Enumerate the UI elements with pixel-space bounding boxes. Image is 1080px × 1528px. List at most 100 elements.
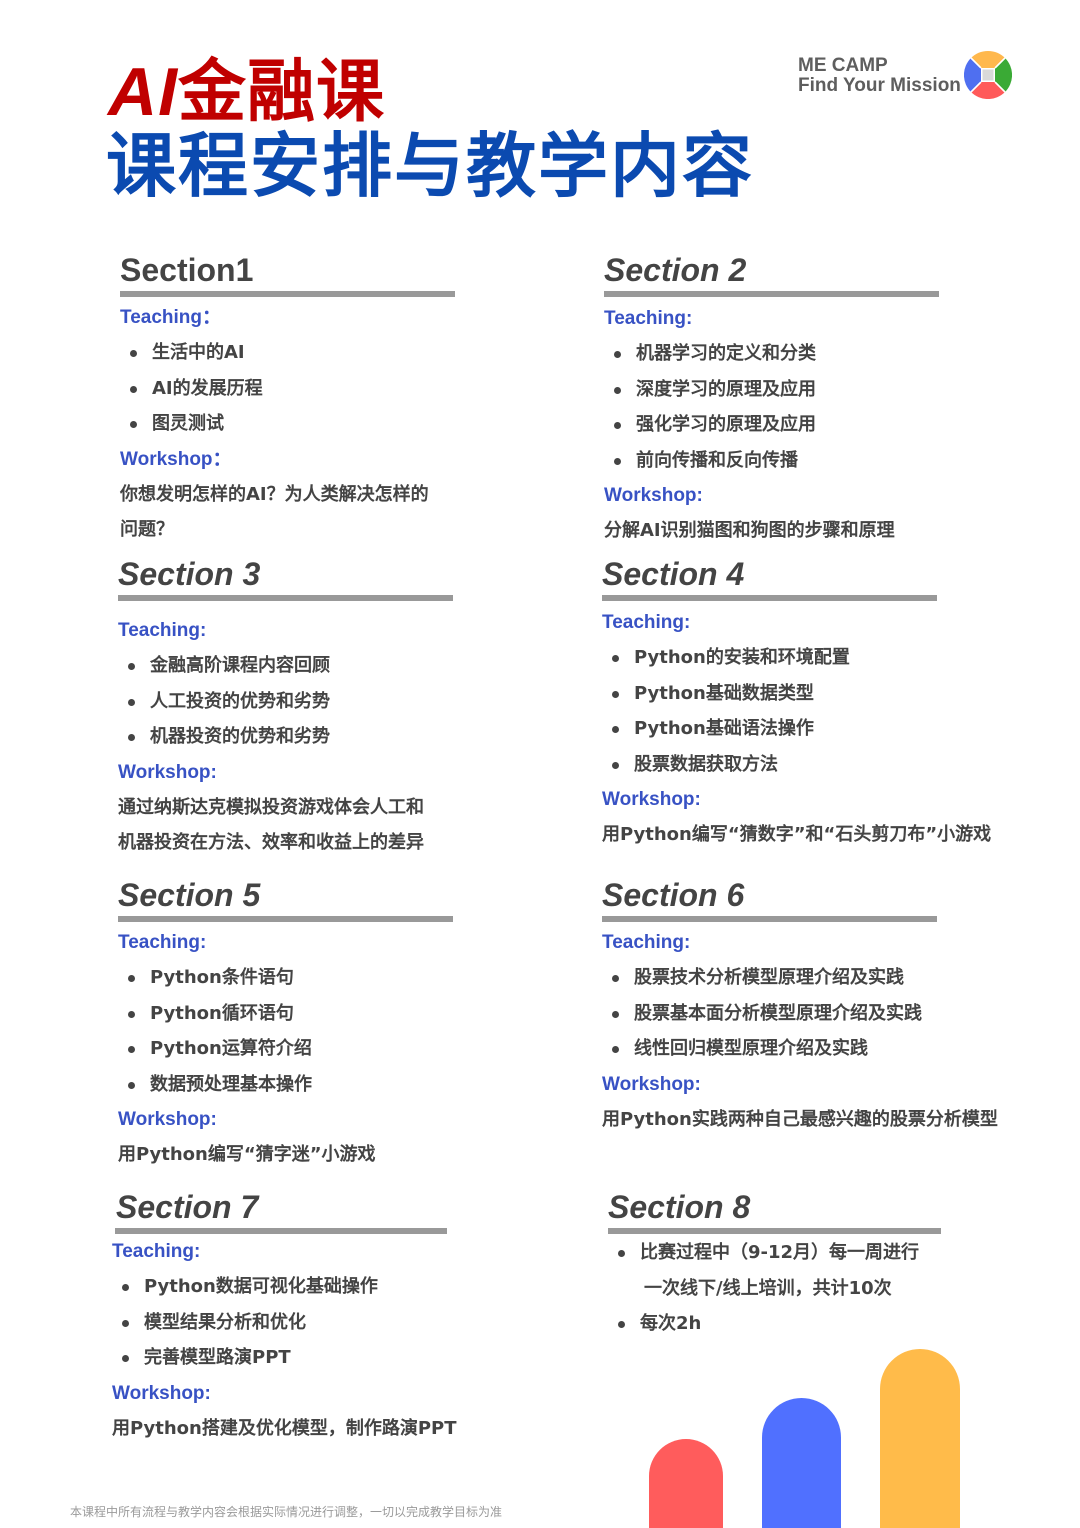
course-title-rest: 金融课 xyxy=(178,53,386,132)
workshop-text: 用Python实践两种自己最感兴趣的股票分析模型 xyxy=(602,1108,998,1130)
list-item: 比赛过程中（9-12月）每一周进行 xyxy=(608,1235,941,1271)
bullet-icon xyxy=(612,690,619,698)
course-title-ai: AI xyxy=(108,54,178,130)
teaching-list: Python条件语句 Python循环语句 Python运算符介绍 数据预处理基… xyxy=(118,960,453,1102)
list-item: 深度学习的原理及应用 xyxy=(604,372,939,408)
workshop-text: 机器投资在方法、效率和收益上的差异 xyxy=(118,832,424,853)
section-divider xyxy=(602,916,937,922)
list-item: 模型结果分析和优化 xyxy=(112,1305,447,1341)
teaching-list: Python数据可视化基础操作 模型结果分析和优化 完善模型路演PPT xyxy=(112,1269,447,1376)
teaching-list: 股票技术分析模型原理介绍及实践 股票基本面分析模型原理介绍及实践 线性回归模型原… xyxy=(602,960,937,1067)
list-item: 机器投资的优势和劣势 xyxy=(118,719,453,755)
bullet-icon xyxy=(612,1010,619,1018)
bullet-icon xyxy=(612,726,619,733)
teaching-label: Teaching: xyxy=(118,932,207,953)
bullet-icon xyxy=(612,761,619,769)
list-item: 生活中的AI xyxy=(120,335,455,371)
bullet-icon xyxy=(614,351,621,358)
workshop-text: 通过纳斯达克模拟投资游戏体会人工和 xyxy=(118,796,424,818)
decor-bar-red xyxy=(649,1439,723,1528)
bullet-icon xyxy=(128,1046,135,1053)
list-item: Python循环语句 xyxy=(118,996,453,1032)
section-title: Section 3 xyxy=(118,556,261,592)
list-item: 前向传播和反向传播 xyxy=(604,443,939,479)
workshop-label: Workshop: xyxy=(118,1109,217,1130)
teaching-label: Teaching: xyxy=(602,612,691,633)
section-6: Section 6 Teaching: 股票技术分析模型原理介绍及实践 股票基本… xyxy=(602,876,998,1137)
teaching-label: Teaching： xyxy=(120,307,221,328)
brand-slogan: Find Your Mission xyxy=(798,75,961,96)
teaching-list: 机器学习的定义和分类 深度学习的原理及应用 强化学习的原理及应用 前向传播和反向… xyxy=(604,336,939,478)
list-item: 数据预处理基本操作 xyxy=(118,1067,453,1103)
brand-name: ME CAMP xyxy=(798,55,888,76)
section-3: Section 3 Teaching: 金融高阶课程内容回顾 人工投资的优势和劣… xyxy=(118,555,453,861)
course-title: AI金融课 xyxy=(108,52,385,133)
list-item: 完善模型路演PPT xyxy=(112,1340,447,1376)
section-7: Section 7 Teaching: Python数据可视化基础操作 模型结果… xyxy=(112,1188,457,1446)
section-divider xyxy=(608,1228,941,1234)
workshop-label: Workshop： xyxy=(120,448,232,470)
bullet-icon xyxy=(612,655,619,662)
list-item: 线性回归模型原理介绍及实践 xyxy=(602,1031,937,1067)
section-divider xyxy=(604,291,939,297)
section-divider xyxy=(602,595,937,601)
bullet-icon xyxy=(130,421,137,428)
bullet-icon xyxy=(618,1321,625,1328)
bullet-icon xyxy=(614,457,621,465)
bullet-icon xyxy=(122,1355,129,1362)
list-item: Python数据可视化基础操作 xyxy=(112,1269,447,1305)
bullet-icon xyxy=(614,386,621,394)
list-item: 强化学习的原理及应用 xyxy=(604,407,939,443)
section-4: Section 4 Teaching: Python的安装和环境配置 Pytho… xyxy=(602,555,992,853)
workshop-text: 用Python搭建及优化模型，制作路演PPT xyxy=(112,1417,457,1439)
list-item: 人工投资的优势和劣势 xyxy=(118,684,453,720)
list-item: 图灵测试 xyxy=(120,406,455,442)
section-title: Section 6 xyxy=(602,877,745,913)
workshop-text: 用Python编写“猜字迷”小游戏 xyxy=(118,1144,376,1165)
disclaimer-note: 本课程中所有流程与教学内容会根据实际情况进行调整，一切以完成教学目标为准 xyxy=(70,1505,503,1519)
section-title: Section 8 xyxy=(608,1189,751,1225)
section-divider xyxy=(118,916,453,922)
teaching-list: Python的安装和环境配置 Python基础数据类型 Python基础语法操作… xyxy=(602,640,937,782)
bullet-icon xyxy=(614,422,621,429)
workshop-text: 问题？ xyxy=(120,519,174,540)
brand-text: ME CAMP Find Your Mission xyxy=(798,56,961,96)
bullet-icon xyxy=(128,663,135,670)
bullet-icon xyxy=(618,1250,625,1257)
list-item: Python条件语句 xyxy=(118,960,453,996)
bullet-icon xyxy=(128,1081,135,1089)
teaching-list: 金融高阶课程内容回顾 人工投资的优势和劣势 机器投资的优势和劣势 xyxy=(118,648,453,755)
bullet-icon xyxy=(122,1284,129,1291)
section-5: Section 5 Teaching: Python条件语句 Python循环语… xyxy=(118,876,453,1173)
info-list: 比赛过程中（9-12月）每一周进行 一次线下/线上培训，共计10次 每次2h xyxy=(608,1235,941,1342)
list-item: Python的安装和环境配置 xyxy=(602,640,937,676)
teaching-label: Teaching: xyxy=(118,620,207,641)
decor-bar-yellow xyxy=(880,1349,960,1528)
workshop-label: Workshop: xyxy=(118,761,217,783)
section-title: Section 4 xyxy=(602,556,745,592)
workshop-label: Workshop: xyxy=(602,789,701,810)
workshop-label: Workshop: xyxy=(604,485,703,506)
bullet-icon xyxy=(128,975,135,982)
list-item-continuation: 一次线下/线上培训，共计10次 xyxy=(644,1277,892,1299)
bullet-icon xyxy=(130,385,137,393)
section-1: Section1 Teaching： 生活中的AI AI的发展历程 图灵测试 W… xyxy=(120,251,455,548)
bullet-icon xyxy=(128,1010,135,1018)
list-item: 股票技术分析模型原理介绍及实践 xyxy=(602,960,937,996)
section-divider xyxy=(118,595,453,601)
section-title: Section 2 xyxy=(604,252,747,288)
section-title: Section 5 xyxy=(118,877,261,913)
workshop-text: 用Python编写“猜数字”和“石头剪刀布”小游戏 xyxy=(602,824,992,845)
bullet-icon xyxy=(612,1046,619,1053)
decor-bar-blue xyxy=(762,1398,841,1528)
workshop-label: Workshop: xyxy=(112,1382,211,1404)
bullet-icon xyxy=(130,350,137,357)
workshop-text: 分解AI识别猫图和狗图的步骤和原理 xyxy=(604,520,895,541)
workshop-text: 你想发明怎样的AI？为人类解决怎样的 xyxy=(120,483,429,505)
bullet-icon xyxy=(612,975,619,982)
section-divider xyxy=(120,291,455,297)
list-item: 股票基本面分析模型原理介绍及实践 xyxy=(602,996,937,1032)
list-item: AI的发展历程 xyxy=(120,371,455,407)
me-camp-logo-icon xyxy=(964,51,1012,99)
teaching-label: Teaching: xyxy=(112,1241,201,1262)
